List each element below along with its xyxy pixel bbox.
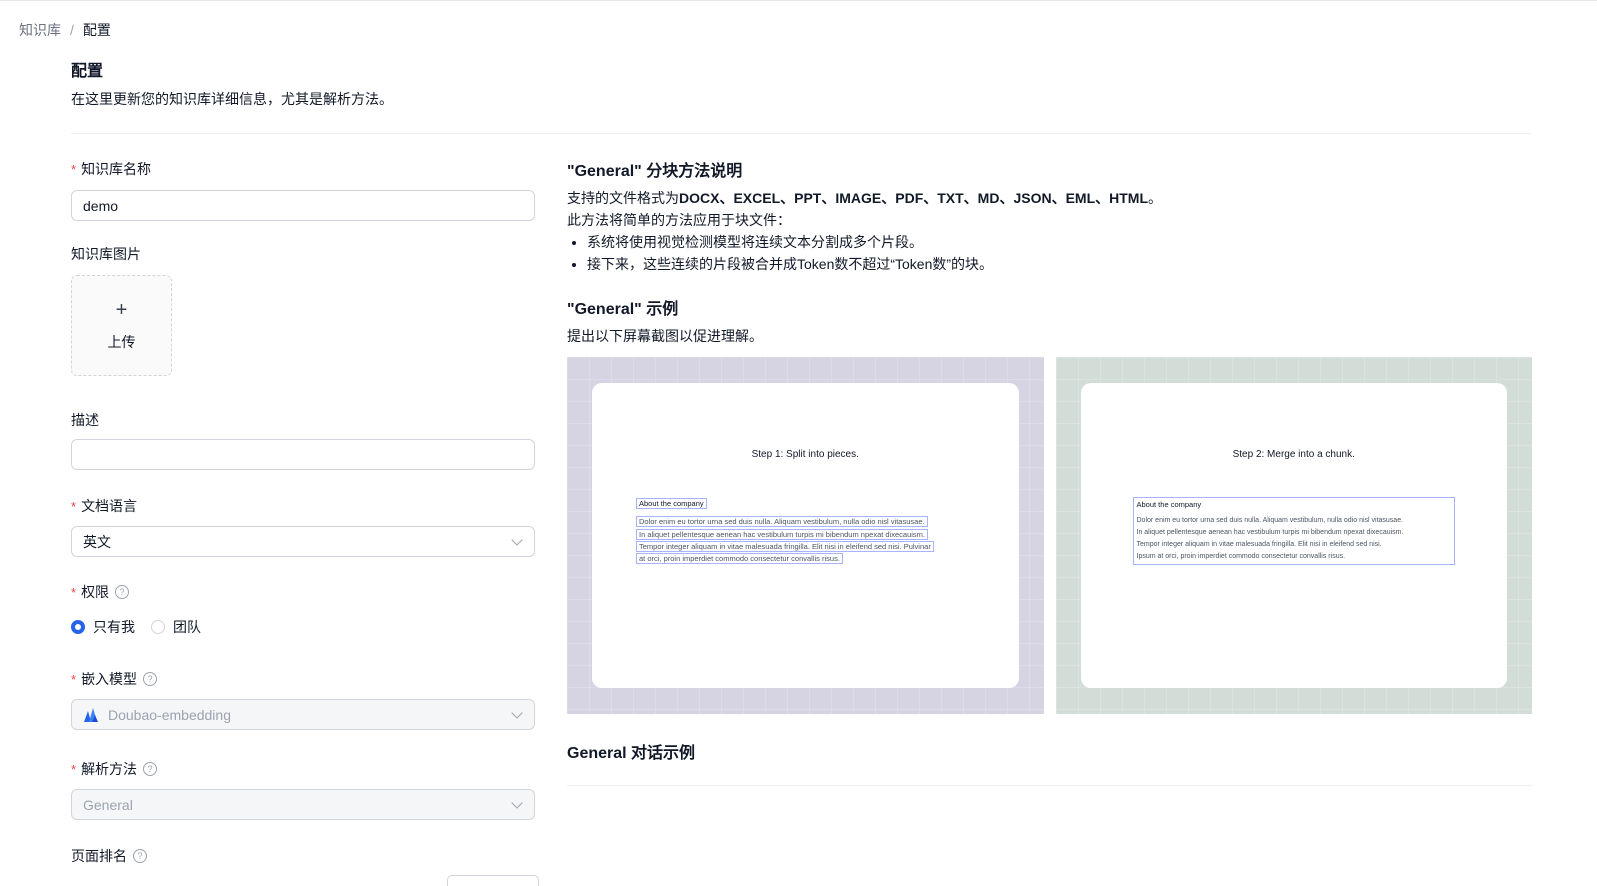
step2-screenshot: Step 2: Merge into a chunk. About the co… (1055, 357, 1532, 714)
upload-label: 上传 (107, 333, 136, 350)
supported-formats: 支持的文件格式为DOCX、EXCEL、PPT、IMAGE、PDF、TXT、MD、… (567, 187, 1532, 209)
chunk-method-explanation: "General" 分块方法说明 支持的文件格式为DOCX、EXCEL、PPT、… (567, 157, 1532, 347)
language-label: * 文档语言 (71, 496, 137, 516)
method-intro: 此方法将简单的方法应用于块文件： (567, 212, 791, 228)
chunk-line: Tempor integer aliquam in vitae malesuad… (1136, 541, 1382, 548)
chat-example-title: General 对话示例 (567, 745, 696, 762)
step2-card: Step 2: Merge into a chunk. About the co… (1080, 383, 1507, 688)
breadcrumb: 知识库 / 配置 (19, 20, 111, 40)
required-mark: * (71, 584, 77, 600)
chevron-down-icon (511, 797, 523, 809)
explain-title: "General" 分块方法说明 (567, 163, 743, 180)
page-description: 在这里更新您的知识库详细信息，尤其是解析方法。 (71, 91, 393, 107)
image-label: 知识库图片 (71, 244, 141, 264)
required-mark: * (71, 761, 77, 777)
method-steps-list: 系统将使用视觉检测模型将连续文本分割成多个片段。 接下来，这些连续的片段被合并成… (567, 231, 1532, 275)
step1-card: Step 1: Split into pieces. About the com… (592, 383, 1019, 688)
permission-label: * 权限 ? (71, 582, 130, 602)
step1-fragment: Tempor integer aliquam in vitae malesuad… (636, 541, 934, 552)
help-icon[interactable]: ? (133, 849, 147, 863)
list-item: 接下来，这些连续的片段被合并成Token数不超过“Token数”的块。 (587, 253, 1532, 275)
step1-fragment: Dolor enim eu tortor urna sed duis nulla… (636, 516, 928, 527)
embedding-model-label: * 嵌入模型 ? (71, 669, 158, 689)
permission-radio-group: 只有我 团队 (71, 617, 217, 637)
breadcrumb-current: 配置 (82, 22, 111, 38)
parse-method-select[interactable]: General (71, 789, 535, 820)
help-icon[interactable]: ? (143, 672, 158, 686)
formats-suffix: 。 (1148, 190, 1163, 206)
chevron-down-icon (511, 707, 523, 719)
permission-option-me-label: 只有我 (93, 619, 135, 635)
required-mark: * (71, 498, 77, 514)
name-label-text: 知识库名称 (81, 161, 152, 177)
chevron-down-icon (511, 534, 523, 546)
chunk-heading: About the company (1136, 500, 1202, 509)
example-screenshots: Step 1: Split into pieces. About the com… (567, 357, 1532, 714)
name-input-value: demo (83, 197, 119, 214)
example-description: 提出以下屏幕截图以促进理解。 (567, 328, 763, 344)
help-icon[interactable]: ? (143, 762, 158, 776)
embedding-model-label-text: 嵌入模型 (81, 671, 138, 687)
step1-fragment: In aliquet pellentesque aenean hac vesti… (636, 529, 929, 540)
step1-fragment: About the company (636, 498, 707, 509)
page-rank-label: 页面排名 ? (71, 846, 147, 866)
language-select[interactable]: 英文 (71, 526, 535, 557)
required-mark: * (71, 671, 77, 687)
description-input[interactable] (71, 439, 535, 470)
name-input[interactable]: demo (71, 190, 535, 221)
page-rank-input[interactable] (447, 875, 539, 886)
example-title: "General" 示例 (567, 301, 679, 318)
name-label: * 知识库名称 (71, 159, 151, 179)
step1-fragment: at orci, proin imperdiet commodo consect… (636, 553, 843, 564)
image-upload-button[interactable]: + 上传 (71, 275, 172, 376)
list-item: 系统将使用视觉检测模型将连续文本分割成多个片段。 (587, 231, 1532, 253)
language-label-text: 文档语言 (81, 498, 138, 514)
image-label-text: 知识库图片 (71, 246, 141, 262)
doubao-logo-icon (84, 707, 98, 722)
chunk-line: In aliquet pellentesque aenean hac vesti… (1136, 529, 1404, 536)
radio-selected-icon (71, 620, 85, 634)
parse-method-value: General (83, 796, 133, 813)
embedding-model-value: Doubao-embedding (108, 706, 231, 723)
permission-label-text: 权限 (81, 584, 110, 600)
description-label: 描述 (71, 410, 99, 430)
formats-list: DOCX、EXCEL、PPT、IMAGE、PDF、TXT、MD、JSON、EML… (679, 190, 1149, 206)
step1-title: Step 1: Split into pieces. (751, 449, 859, 460)
parse-method-label-text: 解析方法 (81, 761, 138, 777)
plus-icon: + (115, 298, 128, 321)
permission-radio-me[interactable]: 只有我 (71, 617, 135, 637)
required-mark: * (71, 161, 77, 177)
language-select-value: 英文 (83, 533, 111, 550)
embedding-model-select[interactable]: Doubao-embedding (71, 699, 535, 730)
header-divider (71, 133, 1531, 134)
formats-prefix: 支持的文件格式为 (567, 190, 679, 206)
breadcrumb-separator: / (70, 22, 74, 38)
page-rank-label-text: 页面排名 (71, 848, 127, 864)
breadcrumb-knowledge-base-link[interactable]: 知识库 (19, 22, 61, 38)
radio-unselected-icon (151, 620, 165, 634)
page-title: 配置 (71, 63, 104, 80)
chat-example-divider (567, 785, 1532, 786)
permission-radio-team[interactable]: 团队 (151, 617, 201, 637)
help-icon[interactable]: ? (115, 585, 130, 599)
step2-title: Step 2: Merge into a chunk. (1232, 449, 1355, 460)
parse-method-label: * 解析方法 ? (71, 759, 158, 779)
chunk-line: Dolor enim eu tortor urna sed duis nulla… (1136, 517, 1404, 524)
permission-option-team-label: 团队 (173, 619, 201, 635)
description-label-text: 描述 (71, 412, 99, 428)
chunk-line: Ipsum at orci, proin imperdiet commodo c… (1136, 553, 1346, 560)
merged-chunk: About the company Dolor enim eu tortor u… (1132, 497, 1455, 565)
step1-screenshot: Step 1: Split into pieces. About the com… (567, 357, 1044, 714)
